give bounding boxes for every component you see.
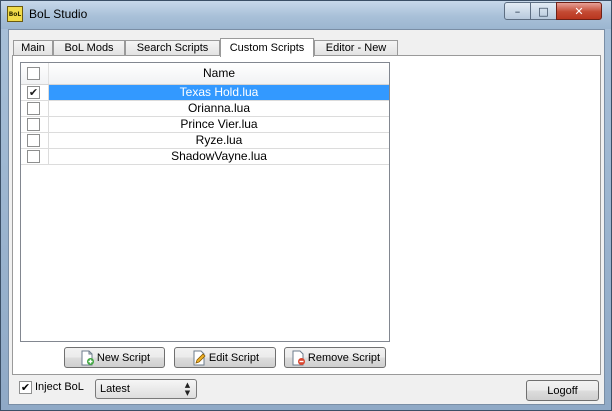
edit-document-icon [193,350,206,365]
version-dropdown[interactable]: Latest ▲ ▼ [95,379,197,399]
edit-script-button[interactable]: Edit Script [174,347,276,368]
window-title: BoL Studio [29,7,88,21]
script-row[interactable]: ShadowVayne.lua [21,149,389,165]
script-row[interactable]: Ryze.lua [21,133,389,149]
script-name: Ryze.lua [195,133,243,147]
script-name: Orianna.lua [187,101,251,115]
custom-scripts-panel: Name ✔ Texas Hold.lua Orianna.lua Prince… [12,55,601,375]
row-check-cell [21,133,49,148]
remove-document-icon [292,350,305,365]
script-checkbox[interactable] [27,134,40,147]
script-name: Texas Hold.lua [49,85,389,100]
arrow-down-icon: ▼ [184,389,191,397]
inject-bol-checkbox[interactable]: ✔ [19,381,32,394]
app-window: BoL BoL Studio – □ ✕ Main BoL Mods Searc… [0,0,612,411]
script-checkbox[interactable]: ✔ [27,86,40,99]
tab-main[interactable]: Main [13,40,53,56]
script-row[interactable]: ✔ Texas Hold.lua [21,85,389,101]
remove-script-label: Remove Script [307,351,381,364]
row-check-cell [21,101,49,116]
tab-search-scripts[interactable]: Search Scripts [125,40,220,56]
row-check-cell [21,117,49,132]
row-check-cell [21,149,49,164]
logoff-button[interactable]: Logoff [526,380,599,401]
tab-custom-scripts[interactable]: Custom Scripts [220,38,314,57]
maximize-button[interactable]: □ [530,2,557,20]
column-header-name[interactable]: Name [49,63,389,84]
script-checkbox[interactable] [27,102,40,115]
app-icon: BoL [7,6,23,22]
script-name: Prince Vier.lua [180,117,258,131]
new-script-label: New Script [96,351,151,364]
edit-script-label: Edit Script [208,351,260,364]
tab-editor-new[interactable]: Editor - New [314,40,398,56]
row-check-cell: ✔ [21,85,49,100]
script-checkbox[interactable] [27,150,40,163]
script-row[interactable]: Prince Vier.lua [21,117,389,133]
inject-bol-label[interactable]: Inject BoL [35,381,84,393]
script-row[interactable]: Orianna.lua [21,101,389,117]
version-dropdown-value: Latest [100,383,130,395]
scripts-list[interactable]: Name ✔ Texas Hold.lua Orianna.lua Prince… [20,62,390,342]
script-name: ShadowVayne.lua [171,149,267,163]
client-area: Main BoL Mods Search Scripts Custom Scri… [8,29,605,405]
minimize-button[interactable]: – [504,2,531,20]
updown-arrows-icon: ▲ ▼ [183,381,192,397]
new-document-icon [81,350,94,365]
arrow-up-icon: ▲ [184,381,191,389]
select-all-checkbox[interactable] [27,67,40,80]
header-check-cell [21,63,49,84]
new-script-button[interactable]: New Script [64,347,165,368]
tab-bol-mods[interactable]: BoL Mods [53,40,125,56]
list-header: Name [21,63,389,85]
close-button[interactable]: ✕ [556,2,602,20]
title-bar[interactable]: BoL BoL Studio – □ ✕ [1,1,611,29]
script-checkbox[interactable] [27,118,40,131]
remove-script-button[interactable]: Remove Script [284,347,386,368]
